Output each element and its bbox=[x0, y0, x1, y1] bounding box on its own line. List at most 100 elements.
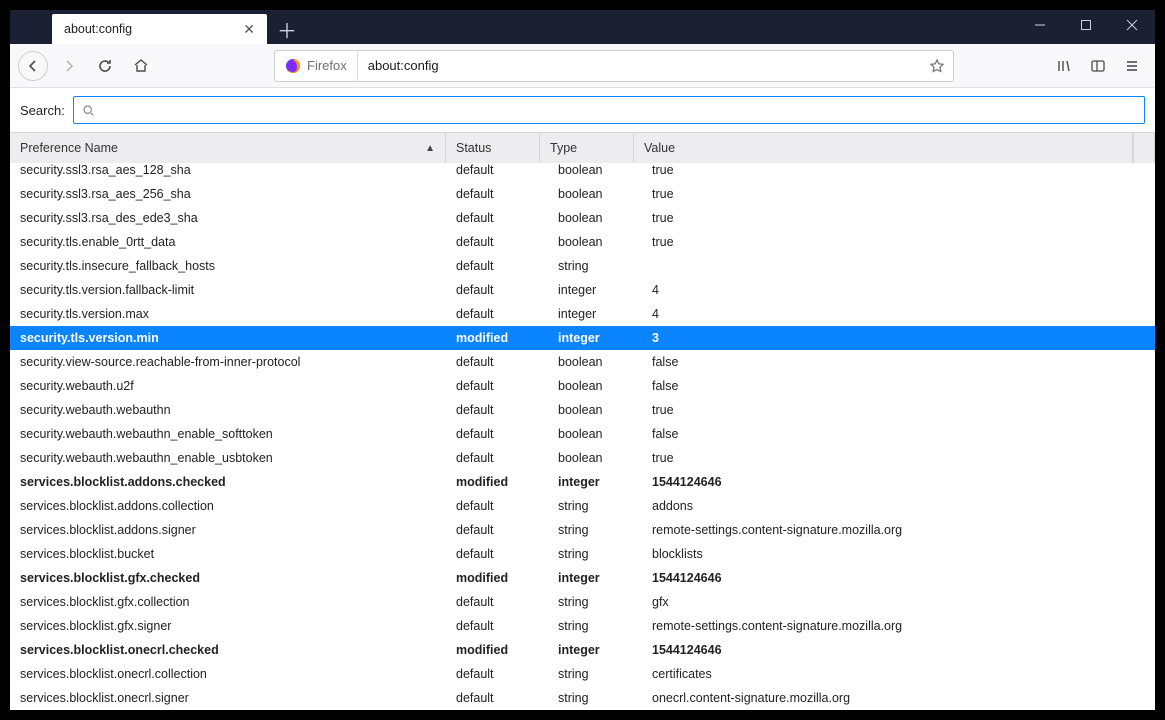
table-row[interactable]: security.ssl3.rsa_aes_128_shadefaultbool… bbox=[10, 163, 1155, 182]
cell-status: modified bbox=[446, 475, 540, 489]
back-button[interactable] bbox=[18, 51, 48, 81]
table-row[interactable]: services.blocklist.onecrl.collectiondefa… bbox=[10, 662, 1155, 686]
table-row[interactable]: services.blocklist.addons.signerdefaults… bbox=[10, 518, 1155, 542]
table-row[interactable]: security.tls.version.minmodifiedinteger3 bbox=[10, 326, 1155, 350]
maximize-button[interactable] bbox=[1063, 10, 1109, 40]
app-menu-icon[interactable] bbox=[1117, 51, 1147, 81]
cell-status: default bbox=[446, 235, 540, 249]
cell-name: security.tls.insecure_fallback_hosts bbox=[10, 259, 446, 273]
home-button[interactable] bbox=[126, 51, 156, 81]
column-picker-icon[interactable] bbox=[1133, 133, 1155, 163]
cell-value: 1544124646 bbox=[634, 475, 1155, 489]
forward-button[interactable] bbox=[54, 51, 84, 81]
search-input-wrapper[interactable] bbox=[73, 96, 1145, 124]
cell-value: certificates bbox=[634, 667, 1155, 681]
cell-type: boolean bbox=[540, 235, 634, 249]
cell-value: 3 bbox=[634, 331, 1155, 345]
tab-title: about:config bbox=[64, 22, 243, 36]
cell-status: default bbox=[446, 307, 540, 321]
window-controls bbox=[1017, 10, 1155, 44]
col-header-type-label: Type bbox=[550, 141, 577, 155]
col-header-value[interactable]: Value bbox=[634, 133, 1133, 163]
search-input[interactable] bbox=[101, 97, 1136, 123]
minimize-button[interactable] bbox=[1017, 10, 1063, 40]
cell-status: default bbox=[446, 619, 540, 633]
cell-status: default bbox=[446, 403, 540, 417]
cell-name: services.blocklist.addons.signer bbox=[10, 523, 446, 537]
close-tab-icon[interactable]: ✕ bbox=[243, 21, 255, 38]
table-row[interactable]: security.ssl3.rsa_des_ede3_shadefaultboo… bbox=[10, 206, 1155, 230]
table-row[interactable]: services.blocklist.addons.collectiondefa… bbox=[10, 494, 1155, 518]
table-row[interactable]: security.webauth.u2fdefaultbooleanfalse bbox=[10, 374, 1155, 398]
table-row[interactable]: security.tls.version.fallback-limitdefau… bbox=[10, 278, 1155, 302]
cell-type: boolean bbox=[540, 187, 634, 201]
preferences-list[interactable]: security.ssl3.rsa_aes_128_shadefaultbool… bbox=[10, 163, 1155, 710]
browser-tab[interactable]: about:config ✕ bbox=[52, 14, 267, 44]
table-row[interactable]: security.tls.version.maxdefaultinteger4 bbox=[10, 302, 1155, 326]
cell-status: modified bbox=[446, 571, 540, 585]
cell-value: 4 bbox=[634, 283, 1155, 297]
url-bar[interactable]: Firefox about:config bbox=[274, 50, 954, 82]
cell-name: services.blocklist.gfx.collection bbox=[10, 595, 446, 609]
cell-name: security.ssl3.rsa_aes_256_sha bbox=[10, 187, 446, 201]
cell-status: default bbox=[446, 547, 540, 561]
cell-name: services.blocklist.addons.checked bbox=[10, 475, 446, 489]
table-row[interactable]: services.blocklist.gfx.checkedmodifiedin… bbox=[10, 566, 1155, 590]
cell-value: false bbox=[634, 355, 1155, 369]
cell-type: string bbox=[540, 547, 634, 561]
table-row[interactable]: services.blocklist.addons.checkedmodifie… bbox=[10, 470, 1155, 494]
table-row[interactable]: security.webauth.webauthn_enable_usbtoke… bbox=[10, 446, 1155, 470]
cell-value: remote-settings.content-signature.mozill… bbox=[634, 523, 1155, 537]
cell-status: default bbox=[446, 379, 540, 393]
table-row[interactable]: services.blocklist.bucketdefaultstringbl… bbox=[10, 542, 1155, 566]
cell-type: integer bbox=[540, 475, 634, 489]
cell-type: string bbox=[540, 667, 634, 681]
library-icon[interactable] bbox=[1049, 51, 1079, 81]
cell-type: integer bbox=[540, 643, 634, 657]
cell-name: security.tls.version.min bbox=[10, 331, 446, 345]
cell-value: true bbox=[634, 211, 1155, 225]
cell-name: security.webauth.webauthn bbox=[10, 403, 446, 417]
cell-value: onecrl.content-signature.mozilla.org bbox=[634, 691, 1155, 705]
window-frame: about:config ✕ ＋ Firefox about:config bbox=[10, 10, 1155, 710]
cell-value: true bbox=[634, 187, 1155, 201]
url-text[interactable]: about:config bbox=[358, 58, 921, 73]
table-row[interactable]: security.ssl3.rsa_aes_256_shadefaultbool… bbox=[10, 182, 1155, 206]
table-row[interactable]: security.webauth.webauthn_enable_softtok… bbox=[10, 422, 1155, 446]
identity-box[interactable]: Firefox bbox=[275, 51, 358, 81]
cell-value: addons bbox=[634, 499, 1155, 513]
table-row[interactable]: security.tls.insecure_fallback_hostsdefa… bbox=[10, 254, 1155, 278]
table-row[interactable]: services.blocklist.gfx.collectiondefault… bbox=[10, 590, 1155, 614]
sidebar-icon[interactable] bbox=[1083, 51, 1113, 81]
cell-type: integer bbox=[540, 331, 634, 345]
col-header-name[interactable]: Preference Name ▲ bbox=[10, 133, 446, 163]
reload-button[interactable] bbox=[90, 51, 120, 81]
col-header-value-label: Value bbox=[644, 141, 675, 155]
cell-name: security.webauth.webauthn_enable_softtok… bbox=[10, 427, 446, 441]
cell-type: integer bbox=[540, 571, 634, 585]
table-row[interactable]: services.blocklist.onecrl.signerdefaults… bbox=[10, 686, 1155, 710]
close-window-button[interactable] bbox=[1109, 10, 1155, 40]
table-row[interactable]: services.blocklist.onecrl.checkedmodifie… bbox=[10, 638, 1155, 662]
table-row[interactable]: services.blocklist.gfx.signerdefaultstri… bbox=[10, 614, 1155, 638]
sort-ascending-icon: ▲ bbox=[425, 143, 435, 154]
table-row[interactable]: security.tls.enable_0rtt_datadefaultbool… bbox=[10, 230, 1155, 254]
bookmark-star-icon[interactable] bbox=[921, 58, 953, 74]
table-row[interactable]: security.webauth.webauthndefaultbooleant… bbox=[10, 398, 1155, 422]
cell-type: string bbox=[540, 595, 634, 609]
table-row[interactable]: security.view-source.reachable-from-inne… bbox=[10, 350, 1155, 374]
cell-status: default bbox=[446, 499, 540, 513]
search-label: Search: bbox=[20, 103, 65, 118]
column-headers: Preference Name ▲ Status Type Value bbox=[10, 133, 1155, 163]
col-header-status[interactable]: Status bbox=[446, 133, 540, 163]
cell-value: 4 bbox=[634, 307, 1155, 321]
new-tab-button[interactable]: ＋ bbox=[273, 15, 301, 43]
cell-type: boolean bbox=[540, 379, 634, 393]
nav-toolbar: Firefox about:config bbox=[10, 44, 1155, 88]
cell-name: services.blocklist.bucket bbox=[10, 547, 446, 561]
cell-status: default bbox=[446, 595, 540, 609]
cell-name: services.blocklist.onecrl.signer bbox=[10, 691, 446, 705]
cell-type: boolean bbox=[540, 451, 634, 465]
cell-status: default bbox=[446, 523, 540, 537]
col-header-type[interactable]: Type bbox=[540, 133, 634, 163]
